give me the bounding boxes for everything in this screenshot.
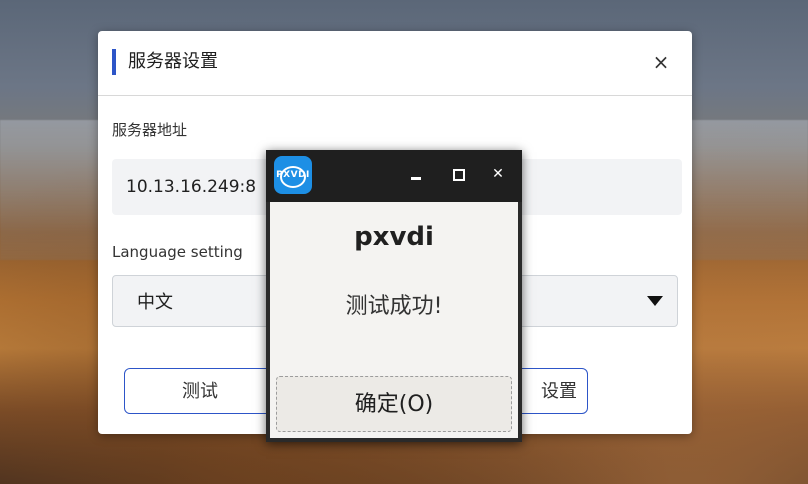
title-accent-bar <box>112 49 116 75</box>
pxvdi-message-box: PXVDI ✕ pxvdi 测试成功! 确定(O) <box>266 150 522 442</box>
message-text: 测试成功! <box>345 294 443 319</box>
maximize-icon[interactable] <box>450 166 466 182</box>
test-button[interactable]: 测试 <box>124 368 276 414</box>
dialog-title: 服务器设置 <box>128 51 218 72</box>
dialog-header: 服务器设置 × <box>98 31 692 96</box>
message-heading: pxvdi <box>354 222 434 252</box>
pxvdi-logo-icon: PXVDI <box>274 156 312 194</box>
message-box-titlebar[interactable]: PXVDI ✕ <box>266 150 522 202</box>
language-setting-label: Language setting <box>112 243 243 261</box>
logo-text: PXVDI <box>276 170 310 180</box>
close-icon[interactable]: ✕ <box>490 166 506 182</box>
message-box-body: pxvdi 测试成功! 确定(O) <box>270 202 518 438</box>
close-icon[interactable]: × <box>650 51 672 73</box>
ok-button[interactable]: 确定(O) <box>276 376 512 432</box>
server-address-label: 服务器地址 <box>112 121 188 139</box>
language-select-value: 中文 <box>137 292 173 313</box>
minimize-icon[interactable] <box>408 166 424 182</box>
chevron-down-icon <box>647 296 663 306</box>
